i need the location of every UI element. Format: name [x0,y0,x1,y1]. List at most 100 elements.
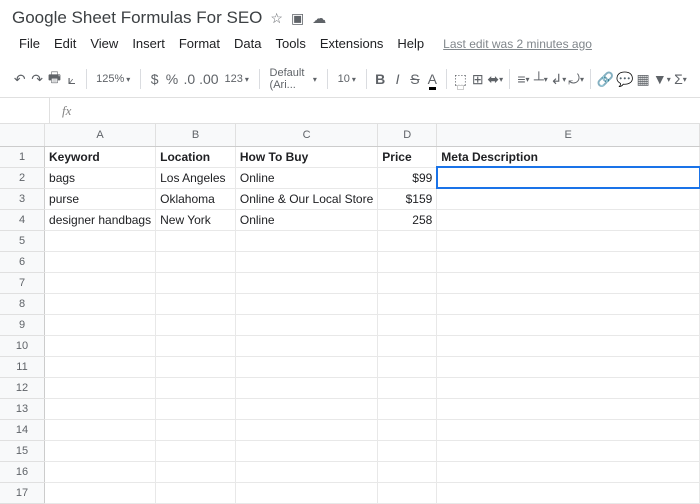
comment-icon[interactable]: 💬 [616,66,633,92]
cell-B13[interactable] [156,398,236,419]
cell-D15[interactable] [378,440,437,461]
spreadsheet-grid[interactable]: ABCDE1KeywordLocationHow To BuyPriceMeta… [0,124,700,504]
cell-C6[interactable] [235,251,377,272]
col-header-C[interactable]: C [235,124,377,146]
cell-D4[interactable]: 258 [378,209,437,230]
cell-A3[interactable]: purse [45,188,156,209]
cell-A11[interactable] [45,356,156,377]
bold-icon[interactable]: B [372,66,387,92]
cloud-icon[interactable]: ☁ [312,10,326,27]
star-icon[interactable]: ☆ [270,10,283,27]
cell-E13[interactable] [437,398,700,419]
cell-D1[interactable]: Price [378,146,437,167]
cell-E1[interactable]: Meta Description [437,146,700,167]
cell-B3[interactable]: Oklahoma [156,188,236,209]
cell-E15[interactable] [437,440,700,461]
cell-A1[interactable]: Keyword [45,146,156,167]
cell-A6[interactable] [45,251,156,272]
cell-B12[interactable] [156,377,236,398]
cell-B5[interactable] [156,230,236,251]
cell-D16[interactable] [378,461,437,482]
font-select[interactable]: Default (Ari...▾ [266,65,321,93]
row-header-3[interactable]: 3 [0,188,45,209]
row-header-14[interactable]: 14 [0,419,45,440]
cell-E7[interactable] [437,272,700,293]
cell-C8[interactable] [235,293,377,314]
cell-E8[interactable] [437,293,700,314]
cell-C7[interactable] [235,272,377,293]
cell-C13[interactable] [235,398,377,419]
cell-E11[interactable] [437,356,700,377]
currency-icon[interactable]: $ [147,66,162,92]
select-all-corner[interactable] [0,124,45,146]
cell-E3[interactable] [437,188,700,209]
cell-E2[interactable] [437,167,700,188]
cell-C1[interactable]: How To Buy [235,146,377,167]
cell-D9[interactable] [378,314,437,335]
cell-E6[interactable] [437,251,700,272]
cell-E14[interactable] [437,419,700,440]
decrease-decimal-icon[interactable]: .0 [182,66,197,92]
formula-input[interactable] [83,98,700,123]
cell-E9[interactable] [437,314,700,335]
cell-B2[interactable]: Los Angeles [156,167,236,188]
cell-B4[interactable]: New York [156,209,236,230]
row-header-5[interactable]: 5 [0,230,45,251]
col-header-D[interactable]: D [378,124,437,146]
menu-format[interactable]: Format [172,32,227,55]
row-header-7[interactable]: 7 [0,272,45,293]
menu-help[interactable]: Help [390,32,431,55]
menu-extensions[interactable]: Extensions [313,32,391,55]
increase-decimal-icon[interactable]: .00 [199,66,218,92]
number-format-select[interactable]: 123▾ [221,73,253,85]
cell-B11[interactable] [156,356,236,377]
row-header-1[interactable]: 1 [0,146,45,167]
row-header-8[interactable]: 8 [0,293,45,314]
cell-B15[interactable] [156,440,236,461]
chart-icon[interactable]: ▦ [635,66,650,92]
rotate-icon[interactable]: ⤾▾ [568,66,584,92]
functions-icon[interactable]: Σ▾ [673,66,688,92]
zoom-select[interactable]: 125%▾ [92,73,134,85]
italic-icon[interactable]: I [390,66,405,92]
cell-B8[interactable] [156,293,236,314]
cell-A16[interactable] [45,461,156,482]
cell-B16[interactable] [156,461,236,482]
filter-icon[interactable]: ▼▾ [653,66,671,92]
cell-A12[interactable] [45,377,156,398]
cell-D14[interactable] [378,419,437,440]
wrap-icon[interactable]: ↲▾ [551,66,567,92]
cell-B1[interactable]: Location [156,146,236,167]
col-header-E[interactable]: E [437,124,700,146]
cell-C2[interactable]: Online [235,167,377,188]
row-header-13[interactable]: 13 [0,398,45,419]
merge-icon[interactable]: ⬌▾ [487,66,503,92]
font-size-select[interactable]: 10▾ [334,73,360,85]
menu-tools[interactable]: Tools [268,32,312,55]
cell-D8[interactable] [378,293,437,314]
row-header-12[interactable]: 12 [0,377,45,398]
cell-B7[interactable] [156,272,236,293]
halign-icon[interactable]: ≡▾ [516,66,531,92]
cell-C14[interactable] [235,419,377,440]
cell-A4[interactable]: designer handbags [45,209,156,230]
borders-icon[interactable]: ⊞ [470,66,485,92]
cell-A8[interactable] [45,293,156,314]
doc-title[interactable]: Google Sheet Formulas For SEO [12,8,262,28]
menu-view[interactable]: View [83,32,125,55]
percent-icon[interactable]: % [164,66,179,92]
name-box[interactable] [0,98,50,123]
cell-A13[interactable] [45,398,156,419]
link-icon[interactable]: 🔗 [597,66,614,92]
text-color-icon[interactable]: A [425,66,440,92]
cell-A9[interactable] [45,314,156,335]
row-header-4[interactable]: 4 [0,209,45,230]
cell-E10[interactable] [437,335,700,356]
row-header-16[interactable]: 16 [0,461,45,482]
cell-C12[interactable] [235,377,377,398]
row-header-11[interactable]: 11 [0,356,45,377]
cell-A14[interactable] [45,419,156,440]
cell-A2[interactable]: bags [45,167,156,188]
cell-B14[interactable] [156,419,236,440]
cell-D3[interactable]: $159 [378,188,437,209]
